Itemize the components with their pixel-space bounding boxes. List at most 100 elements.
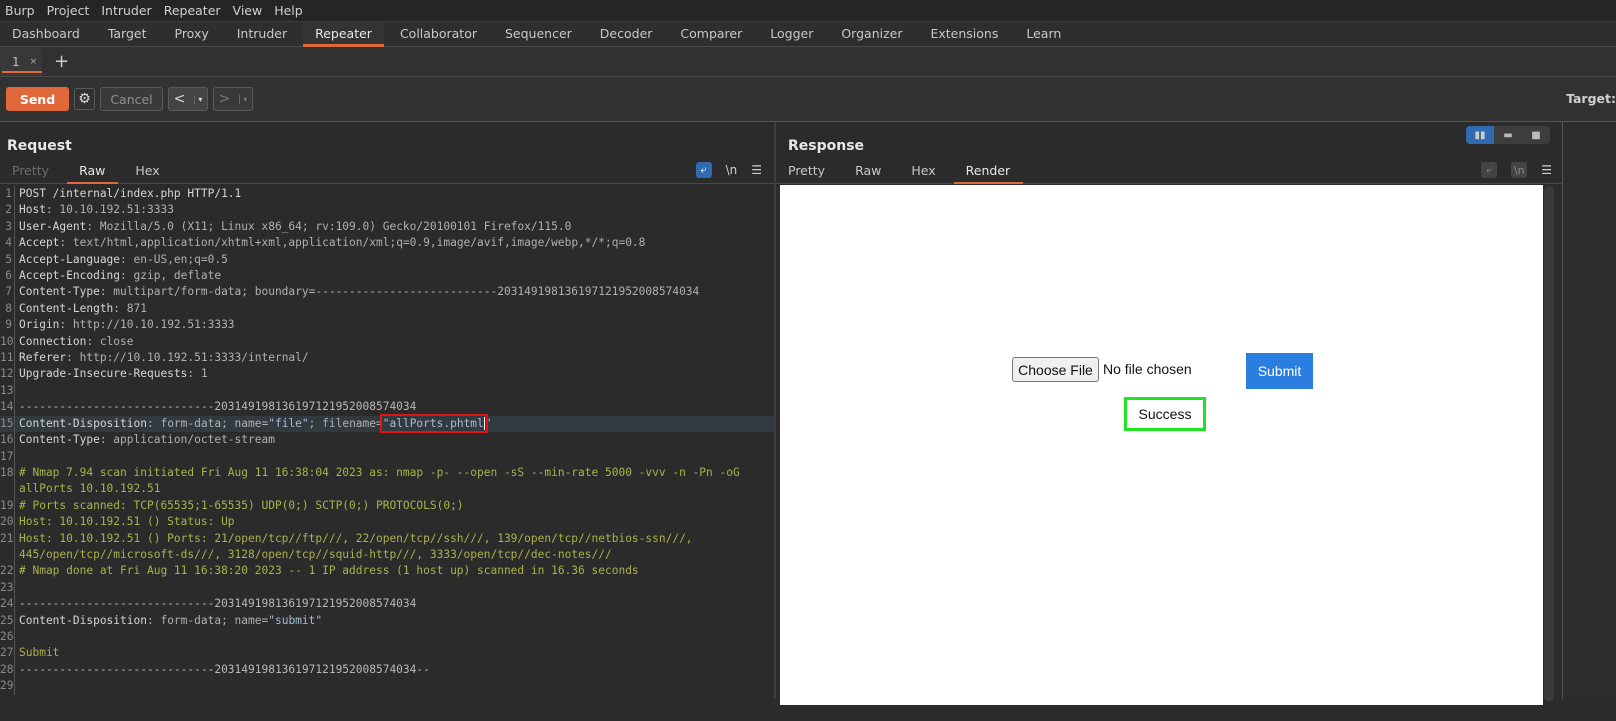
- line-number: 21: [0, 530, 15, 547]
- line-content: -----------------------------20314919813…: [19, 662, 430, 678]
- dropdown-icon[interactable]: ▾: [194, 94, 202, 104]
- menu-icon[interactable]: ☰: [751, 163, 762, 177]
- split-vertical-icon[interactable]: ▬: [1494, 126, 1522, 144]
- split-horizontal-icon[interactable]: ▮▮: [1466, 126, 1494, 144]
- next-button[interactable]: > ▾: [213, 87, 253, 111]
- menu-view[interactable]: View: [228, 3, 270, 18]
- settings-button[interactable]: ⚙: [74, 88, 95, 110]
- response-tab-pretty[interactable]: Pretty: [776, 160, 838, 183]
- request-tab-hex[interactable]: Hex: [123, 160, 172, 183]
- token-body: allPorts 10.10.192.51: [19, 482, 161, 496]
- request-tab-raw[interactable]: Raw: [67, 160, 119, 184]
- response-tab-render[interactable]: Render: [953, 160, 1024, 184]
- line-content: # Nmap 7.94 scan initiated Fri Aug 11 16…: [19, 465, 740, 481]
- menu-repeater[interactable]: Repeater: [159, 3, 228, 18]
- dropdown-icon[interactable]: ▾: [239, 94, 247, 104]
- tab-intruder[interactable]: Intruder: [225, 22, 299, 46]
- tab-organizer[interactable]: Organizer: [829, 22, 914, 46]
- layout-toggle: ▮▮ ▬ ■: [1466, 126, 1550, 144]
- editor-line: 445/open/tcp//microsoft-ds///, 3128/open…: [0, 546, 774, 564]
- tab-dashboard[interactable]: Dashboard: [0, 22, 92, 46]
- editor-line: 14 -----------------------------203149198…: [0, 399, 774, 416]
- line-content: Origin: http://10.10.192.51:3333: [19, 317, 235, 333]
- cancel-button[interactable]: Cancel: [100, 87, 163, 111]
- line-content: User-Agent: Mozilla/5.0 (X11; Linux x86_…: [19, 219, 571, 235]
- response-tab-raw[interactable]: Raw: [843, 160, 894, 183]
- line-content: allPorts 10.10.192.51: [19, 481, 160, 497]
- previous-button[interactable]: < ▾: [168, 87, 208, 111]
- editor-line: 25 Content-Disposition: form-data; name="…: [0, 612, 774, 629]
- token-body: # Nmap 7.94 scan initiated Fri Aug 11 16…: [19, 465, 740, 479]
- token-hv: : application/octet-stream: [99, 433, 275, 447]
- add-tab-icon[interactable]: +: [54, 51, 69, 72]
- menubar: Burp Project Intruder Repeater View Help: [0, 0, 1616, 22]
- line-number: 29: [0, 678, 15, 695]
- editor-line: 4 Accept: text/html,application/xhtml+xml…: [0, 235, 774, 252]
- token-body: # Nmap done at Fri Aug 11 16:38:20 2023 …: [19, 564, 639, 578]
- line-number: 22: [0, 563, 15, 580]
- newline-icon[interactable]: \n: [1511, 162, 1528, 178]
- wrap-lines-icon[interactable]: ⤶: [1481, 162, 1498, 178]
- line-number: 26: [0, 628, 15, 646]
- editor-line: 21 Host: 10.10.192.51 () Ports: 21/open/t…: [0, 530, 774, 547]
- line-number: 17: [0, 448, 15, 465]
- scrollbar[interactable]: [1544, 186, 1554, 701]
- editor-line: 12 Upgrade-Insecure-Requests: 1: [0, 366, 774, 383]
- tab-proxy[interactable]: Proxy: [163, 22, 221, 46]
- editor-line: 7 Content-Type: multipart/form-data; boun…: [0, 284, 774, 301]
- request-tab-pretty[interactable]: Pretty: [0, 160, 62, 183]
- token-hn: Content-Type: [19, 433, 100, 447]
- editor-line: 13: [0, 382, 774, 400]
- close-icon[interactable]: ×: [30, 57, 38, 67]
- side-panel: [1562, 122, 1616, 699]
- editor-line: 11 Referer: http://10.10.192.51:3333/inte…: [0, 350, 774, 367]
- editor-line: 26: [0, 628, 774, 646]
- line-number: [0, 481, 15, 498]
- token-body: Submit: [19, 646, 60, 660]
- tab-learn[interactable]: Learn: [1014, 22, 1073, 46]
- send-button[interactable]: Send: [6, 87, 69, 111]
- line-number: 9: [0, 317, 15, 334]
- newline-icon[interactable]: \n: [726, 163, 738, 177]
- line-content: Host: 10.10.192.51:3333: [19, 202, 174, 218]
- line-number: 14: [0, 399, 15, 416]
- editor-line: 5 Accept-Language: en-US,en;q=0.5: [0, 251, 774, 269]
- submit-button[interactable]: Submit: [1246, 353, 1313, 389]
- tab-extensions[interactable]: Extensions: [918, 22, 1010, 46]
- gear-icon: ⚙: [78, 91, 91, 107]
- token-code: POST /internal/index.php HTTP/1.1: [19, 187, 242, 200]
- tab-sequencer[interactable]: Sequencer: [493, 22, 584, 46]
- request-editor[interactable]: 1 POST /internal/index.php HTTP/1.1 2 Host:…: [0, 184, 774, 695]
- editor-line: 29: [0, 678, 774, 695]
- tab-collaborator[interactable]: Collaborator: [388, 22, 489, 46]
- line-content: Accept: text/html,application/xhtml+xml,…: [19, 235, 645, 251]
- tab-comparer[interactable]: Comparer: [668, 22, 754, 46]
- token-hv: : form-data; name=: [146, 613, 269, 627]
- response-title: Response: [788, 138, 865, 154]
- line-content: Accept-Encoding: gzip, deflate: [19, 268, 221, 284]
- repeater-tab-1[interactable]: 1 ×: [0, 47, 42, 76]
- tab-logger[interactable]: Logger: [758, 22, 825, 46]
- toolbar: Send ⚙ Cancel < ▾ > ▾ Target:: [0, 77, 1616, 122]
- editor-line: allPorts 10.10.192.51: [0, 481, 774, 498]
- menu-intruder[interactable]: Intruder: [96, 3, 158, 18]
- response-tabs: Pretty Raw Hex Render ⤶ \n ☰: [776, 160, 1562, 184]
- line-content: -----------------------------20314919813…: [19, 596, 416, 612]
- main-tabs: Dashboard Target Proxy Intruder Repeater Coll…: [0, 22, 1616, 47]
- repeater-tabs: 1 × +: [0, 47, 1616, 77]
- menu-icon[interactable]: ☰: [1541, 163, 1552, 177]
- wrap-lines-icon[interactable]: ⤶: [695, 162, 712, 178]
- menu-help[interactable]: Help: [269, 3, 310, 18]
- response-tab-hex[interactable]: Hex: [899, 160, 948, 183]
- tab-decoder[interactable]: Decoder: [588, 22, 665, 46]
- line-number: 6: [0, 268, 15, 285]
- line-content: Content-Type: application/octet-stream: [19, 432, 275, 448]
- line-content: 445/open/tcp//microsoft-ds///, 3128/open…: [19, 547, 612, 563]
- menu-project[interactable]: Project: [42, 3, 97, 18]
- single-pane-icon[interactable]: ■: [1522, 126, 1550, 144]
- tab-repeater[interactable]: Repeater: [303, 22, 384, 47]
- tab-target[interactable]: Target: [96, 22, 159, 46]
- line-number: 4: [0, 235, 15, 252]
- choose-file-button[interactable]: Choose File: [1012, 357, 1099, 382]
- menu-burp[interactable]: Burp: [0, 3, 42, 18]
